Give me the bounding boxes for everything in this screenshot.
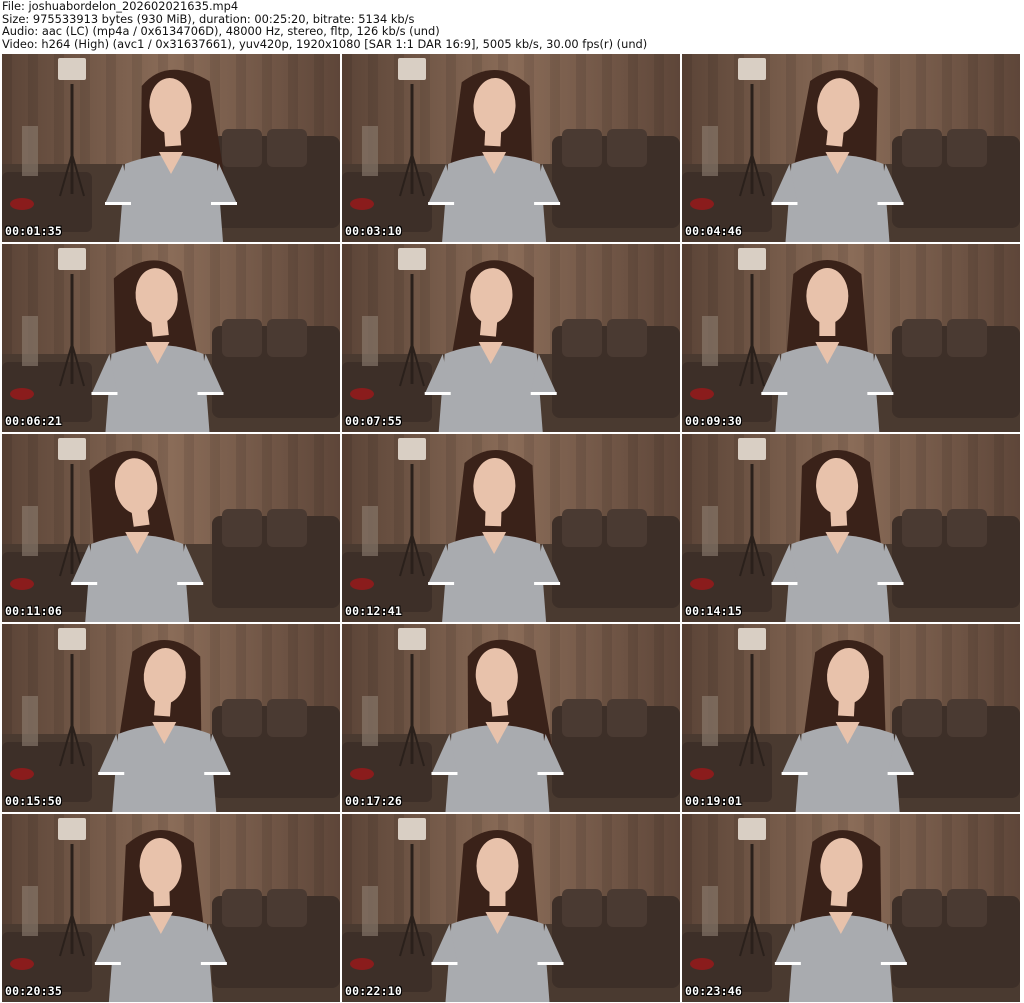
video-info-line: Video: h264 (High) (avc1 / 0x31637661), …: [2, 36, 648, 51]
thumbnail-timestamp: 00:06:21: [5, 414, 62, 428]
video-frame-image: [2, 434, 340, 622]
video-thumbnail: 00:09:30: [682, 244, 1020, 432]
thumbnail-timestamp: 00:12:41: [345, 604, 402, 618]
video-frame-image: [2, 244, 340, 432]
thumbnail-timestamp: 00:22:10: [345, 984, 402, 998]
thumbnail-timestamp: 00:09:30: [685, 414, 742, 428]
video-frame-image: [342, 624, 680, 812]
file-info-header: File: joshuabordelon_202602021635.mp4 Si…: [2, 0, 1022, 52]
thumbnail-timestamp: 00:15:50: [5, 794, 62, 808]
thumbnail-timestamp: 00:11:06: [5, 604, 62, 618]
video-thumbnail: 00:14:15: [682, 434, 1020, 622]
thumbnail-timestamp: 00:14:15: [685, 604, 742, 618]
video-thumbnail: 00:19:01: [682, 624, 1020, 812]
video-thumbnail: 00:15:50: [2, 624, 340, 812]
thumbnail-grid: 00:01:35 00:03:10 00:04:46 00:06:21 00:0…: [2, 54, 1024, 1002]
video-frame-image: [2, 624, 340, 812]
file-name-line: File: joshuabordelon_202602021635.mp4: [2, 0, 239, 13]
video-frame-image: [682, 624, 1020, 812]
video-thumbnail: 00:17:26: [342, 624, 680, 812]
video-thumbnail: 00:03:10: [342, 54, 680, 242]
video-thumbnail: 00:04:46: [682, 54, 1020, 242]
video-thumbnail: 00:22:10: [342, 814, 680, 1002]
audio-info-line: Audio: aac (LC) (mp4a / 0x6134706D), 480…: [2, 24, 440, 39]
video-frame-image: [2, 814, 340, 1002]
video-frame-image: [682, 814, 1020, 1002]
video-frame-image: [682, 434, 1020, 622]
thumbnail-timestamp: 00:07:55: [345, 414, 402, 428]
thumbnail-timestamp: 00:01:35: [5, 224, 62, 238]
thumbnail-timestamp: 00:04:46: [685, 224, 742, 238]
video-frame-image: [342, 434, 680, 622]
thumbnail-timestamp: 00:20:35: [5, 984, 62, 998]
thumbnail-timestamp: 00:19:01: [685, 794, 742, 808]
thumbnail-timestamp: 00:03:10: [345, 224, 402, 238]
video-frame-image: [342, 244, 680, 432]
video-thumbnail: 00:23:46: [682, 814, 1020, 1002]
thumbnail-timestamp: 00:17:26: [345, 794, 402, 808]
video-frame-image: [2, 54, 340, 242]
thumbnail-timestamp: 00:23:46: [685, 984, 742, 998]
video-frame-image: [682, 244, 1020, 432]
video-thumbnail: 00:01:35: [2, 54, 340, 242]
video-frame-image: [342, 814, 680, 1002]
video-thumbnail: 00:11:06: [2, 434, 340, 622]
video-thumbnail: 00:07:55: [342, 244, 680, 432]
video-frame-image: [682, 54, 1020, 242]
video-thumbnail: 00:06:21: [2, 244, 340, 432]
video-frame-image: [342, 54, 680, 242]
video-thumbnail: 00:12:41: [342, 434, 680, 622]
video-thumbnail: 00:20:35: [2, 814, 340, 1002]
